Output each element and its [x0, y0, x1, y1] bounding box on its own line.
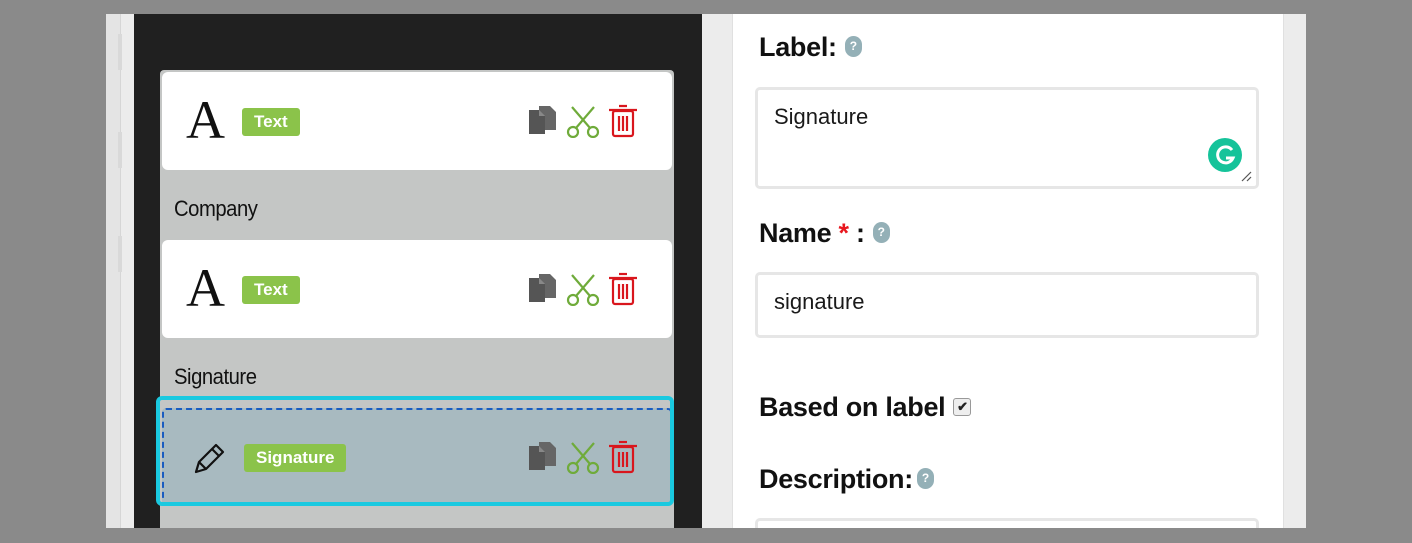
label-heading-text: Label: [759, 32, 837, 62]
grammarly-icon[interactable] [1208, 138, 1242, 172]
field-properties-panel: Label:? Signature Name * :? signature Ba… [732, 14, 1284, 528]
text-type-icon: A [186, 258, 225, 318]
help-icon[interactable]: ? [916, 468, 934, 490]
name-colon: : [855, 218, 865, 248]
trash-icon[interactable] [606, 104, 640, 138]
based-on-label-row: Based on label ✔ [759, 392, 972, 423]
description-heading: Description:? [759, 464, 934, 495]
text-type-icon: A [186, 90, 225, 150]
description-heading-text: Description: [759, 464, 913, 494]
section-label-company: Company [174, 196, 258, 221]
name-input[interactable]: signature [755, 272, 1259, 338]
label-value: Signature [774, 104, 869, 129]
app-frame: A Text Company A Text Signature Signatur… [106, 14, 1306, 528]
row-actions [526, 104, 638, 138]
trash-icon[interactable] [606, 272, 640, 306]
selected-field-outline [156, 396, 674, 506]
scissors-icon[interactable] [566, 104, 600, 138]
resize-handle-icon[interactable] [1240, 170, 1252, 182]
field-type-badge: Text [242, 108, 300, 136]
name-heading: Name * :? [759, 218, 890, 249]
name-heading-text: Name [759, 218, 832, 248]
left-edge [106, 14, 122, 528]
edge-tick [118, 236, 122, 272]
edge-tick [118, 34, 122, 70]
row-actions [526, 272, 638, 306]
label-heading: Label:? [759, 32, 862, 63]
based-on-label-checkbox[interactable]: ✔ [953, 397, 972, 416]
edge-tick [118, 132, 122, 168]
help-icon[interactable]: ? [844, 36, 862, 58]
copy-icon[interactable] [526, 104, 560, 138]
name-value: signature [774, 289, 865, 314]
scissors-icon[interactable] [566, 272, 600, 306]
label-textarea[interactable]: Signature [755, 87, 1259, 189]
field-row-text-2[interactable]: A Text [162, 240, 672, 338]
help-icon[interactable]: ? [872, 222, 890, 244]
required-marker: * [838, 218, 850, 248]
form-preview-panel: A Text Company A Text Signature Signatur… [134, 14, 702, 528]
description-textarea[interactable] [755, 518, 1259, 528]
based-on-label-text: Based on label [759, 392, 946, 422]
copy-icon[interactable] [526, 272, 560, 306]
field-type-badge: Text [242, 276, 300, 304]
field-row-text-1[interactable]: A Text [162, 72, 672, 170]
section-label-signature: Signature [174, 364, 257, 389]
